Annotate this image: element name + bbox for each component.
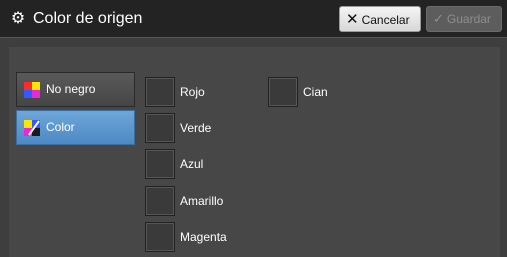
close-icon: ✕ [346,10,359,28]
save-button-label: Guardar [446,12,491,26]
checkbox-label: Rojo [180,85,205,99]
checkmark-icon: ✓ [433,12,444,27]
checkbox[interactable] [268,77,298,107]
checkbox-label: Azul [180,157,204,171]
checkbox[interactable] [145,149,175,179]
cancel-button[interactable]: ✕ Cancelar [339,6,421,32]
color-checkbox-magenta[interactable]: Magenta [145,222,245,252]
page-title: Color de origen [33,10,143,27]
checkbox[interactable] [145,113,175,143]
checkbox-label: Cian [303,85,328,99]
checkbox[interactable] [145,77,175,107]
checkbox-label: Amarillo [180,194,224,208]
color-palette-icon [24,82,40,98]
color-checkbox-cyan[interactable]: Cian [268,77,368,107]
mode-option-label: Color [46,120,75,134]
checkbox[interactable] [145,222,175,252]
color-checkbox-blue[interactable]: Azul [145,149,245,179]
color-checkbox-red[interactable]: Rojo [145,77,245,107]
color-checkbox-green[interactable]: Verde [145,113,245,143]
mode-option-non-black[interactable]: No negro [16,72,135,107]
checkbox-label: Verde [180,121,212,135]
color-checkbox-yellow[interactable]: Amarillo [145,186,245,216]
color-pencil-icon [24,120,40,136]
checkbox-label: Magenta [180,230,227,244]
mode-option-color[interactable]: Color [16,110,135,145]
pencil-icon [28,120,40,136]
gear-icon: ⚙ [10,8,26,27]
save-button[interactable]: ✓ Guardar [426,6,502,32]
checkbox[interactable] [145,186,175,216]
mode-option-label: No negro [46,82,96,96]
cancel-button-label: Cancelar [361,13,410,27]
title-bar: ⚙ Color de origen ✕ Cancelar ✓ Guardar [0,0,507,38]
